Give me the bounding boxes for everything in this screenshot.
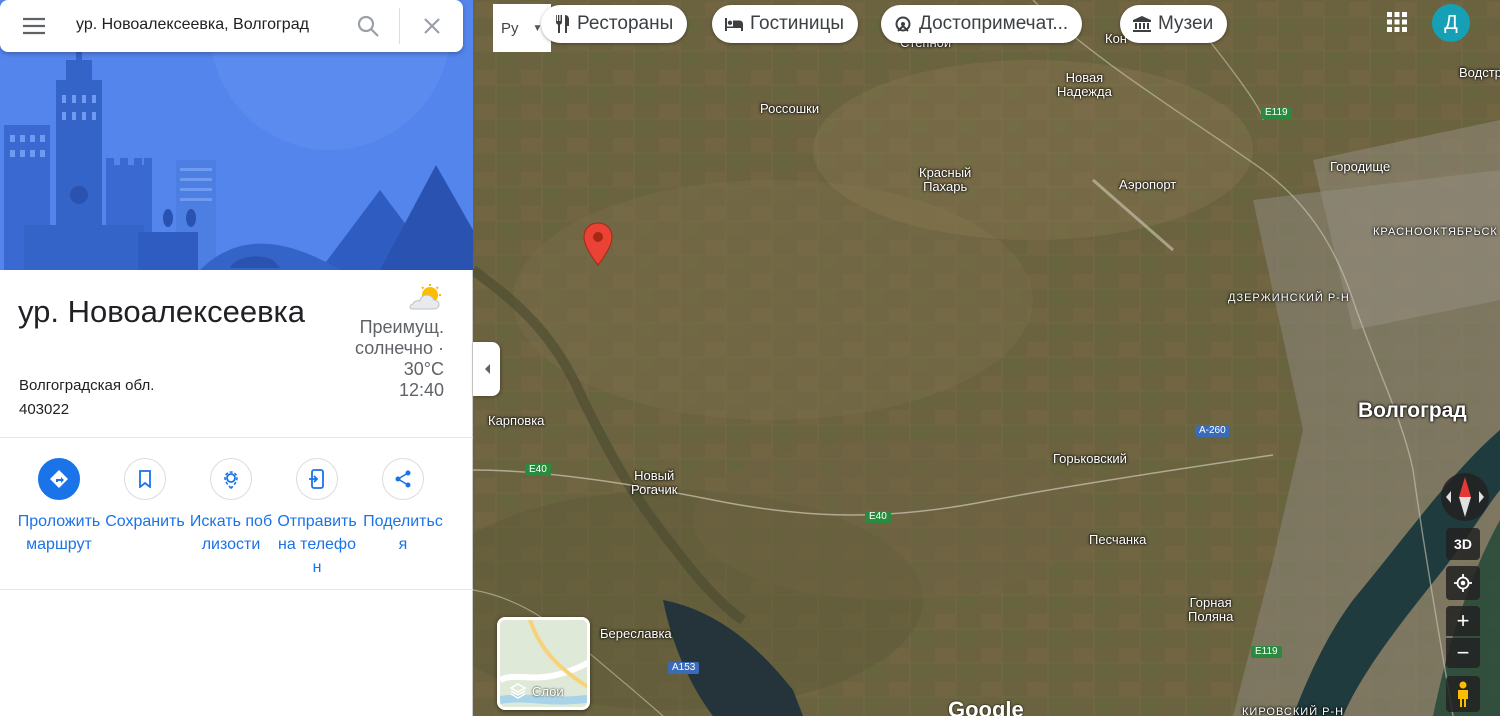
search-input[interactable]: [76, 11, 330, 39]
satellite-imagery: [473, 0, 1500, 716]
attractions-icon: [895, 16, 911, 32]
layers-icon: [510, 683, 526, 699]
weather-condition: Преимущ. солнечно ·: [355, 317, 444, 358]
place-info: ур. Новоалексеевка Волгоградская обл. 40…: [0, 270, 473, 438]
share-button[interactable]: Поделиться: [358, 458, 448, 556]
close-icon: [424, 18, 440, 34]
directions-button-circle: [38, 458, 80, 500]
share-icon: [395, 470, 411, 488]
zoom-out-button[interactable]: −: [1446, 638, 1480, 668]
hamburger-menu-icon: [23, 17, 45, 35]
map-label: Новый Рогачик: [631, 468, 678, 497]
chevron-left-icon: [484, 364, 490, 374]
map-label: Новая Надежда: [1057, 70, 1112, 99]
apps-grid-icon[interactable]: [1385, 10, 1409, 34]
send-to-phone-button[interactable]: Отправить на телефон: [272, 458, 362, 579]
chip-hotels[interactable]: Гостиницы: [712, 5, 859, 43]
action-label: Проложить маршрут: [17, 513, 101, 553]
action-label: Искать поблизости: [189, 513, 273, 553]
map-label: Песчанка: [1089, 532, 1147, 547]
map-label: Водстр: [1459, 65, 1500, 80]
place-title: ур. Новоалексеевка: [18, 294, 306, 329]
road-shield: E40: [865, 511, 891, 523]
map-label: ДЗЕРЖИНСКИЙ Р-Н: [1228, 292, 1350, 304]
weather-temperature: 30°C: [403, 359, 444, 379]
restaurant-icon: [556, 15, 569, 33]
map-label: КИРОВСКИЙ Р-Н: [1242, 706, 1345, 716]
layers-switcher[interactable]: Слои: [497, 617, 590, 710]
tilt-3d-button[interactable]: 3D: [1446, 528, 1480, 560]
my-location-button[interactable]: [1446, 566, 1480, 600]
chip-label: Музеи: [1158, 13, 1214, 34]
place-region: Волгоградская обл.: [19, 377, 155, 394]
chip-museums[interactable]: Музеи: [1120, 5, 1228, 43]
map-language-select-label: Ру: [501, 19, 519, 37]
map-label: КРАСНООКТЯБРЬСК: [1373, 226, 1498, 238]
map-label: Карповка: [488, 413, 545, 428]
send-to-phone-icon: [309, 469, 324, 489]
map-label: Береславка: [600, 626, 672, 641]
compass-control[interactable]: [1440, 469, 1490, 525]
chip-label: Достопримечат...: [919, 13, 1069, 34]
chip-label: Гостиницы: [750, 13, 845, 34]
road-shield: E40: [525, 464, 551, 476]
partly-sunny-icon: [409, 284, 441, 310]
chip-restaurants[interactable]: Рестораны: [541, 5, 688, 43]
google-logo: Google: [948, 697, 1024, 716]
road-shield: E119: [1261, 107, 1292, 119]
zoom-in-button[interactable]: +: [1446, 606, 1480, 636]
map-label: Городище: [1330, 159, 1391, 174]
side-panel: ур. Новоалексеевка Волгоградская обл. 40…: [0, 0, 473, 716]
search-nearby-button[interactable]: Искать поблизости: [186, 458, 276, 556]
clear-search-button[interactable]: [414, 8, 450, 44]
street-view-pegman[interactable]: [1446, 676, 1480, 712]
action-label: Поделиться: [363, 513, 443, 553]
weather-text: Преимущ. солнечно · 30°C 12:40: [294, 317, 444, 401]
search-box: [0, 0, 463, 52]
account-avatar[interactable]: Д: [1432, 4, 1470, 42]
layers-label-wrap: Слои: [510, 683, 564, 699]
search-nearby-circle: [210, 458, 252, 500]
menu-button[interactable]: [12, 10, 56, 42]
directions-button[interactable]: Проложить маршрут: [14, 458, 104, 556]
search-button[interactable]: [350, 8, 386, 44]
map-label: Красный Пахарь: [919, 165, 972, 194]
map-label: Волгоград: [1358, 399, 1467, 422]
action-label: Отправить на телефон: [277, 513, 357, 576]
satellite-map[interactable]: Степной Кон НоваяНадежда Водстр Россошки…: [473, 0, 1500, 716]
map-label: Аэропорт: [1119, 177, 1177, 192]
send-to-phone-circle: [296, 458, 338, 500]
hotel-icon: [725, 18, 743, 31]
road-shield: A153: [668, 662, 700, 674]
road-shield: A-260: [1195, 425, 1230, 437]
search-divider: [399, 8, 400, 44]
collapse-panel-button[interactable]: [473, 342, 500, 396]
map-label: Россошки: [760, 101, 820, 116]
compass-icon: [1441, 473, 1489, 521]
pegman-icon: [1458, 681, 1468, 707]
road-shield: E119: [1251, 646, 1282, 658]
save-button-circle: [124, 458, 166, 500]
museum-icon: [1133, 16, 1151, 32]
place-postal-code: 403022: [19, 401, 70, 418]
map-label: Горьковский: [1053, 451, 1127, 466]
my-location-icon: [1454, 574, 1472, 592]
bookmark-icon: [139, 470, 151, 488]
place-actions: Проложить маршрут Сохранить Искать побли…: [0, 438, 473, 590]
location-pin-icon[interactable]: [583, 222, 613, 266]
maps-app: Степной Кон НоваяНадежда Водстр Россошки…: [0, 0, 1500, 716]
save-button[interactable]: Сохранить: [100, 458, 190, 533]
weather-time: 12:40: [398, 380, 444, 400]
search-icon: [357, 15, 379, 37]
directions-icon: [50, 470, 68, 488]
share-button-circle: [382, 458, 424, 500]
action-label: Сохранить: [105, 513, 185, 530]
layers-label: Слои: [532, 683, 564, 699]
chip-attractions[interactable]: Достопримечат...: [881, 5, 1083, 43]
map-label: Горная Поляна: [1188, 595, 1234, 624]
nearby-icon: [224, 471, 238, 489]
chip-label: Рестораны: [577, 13, 674, 34]
